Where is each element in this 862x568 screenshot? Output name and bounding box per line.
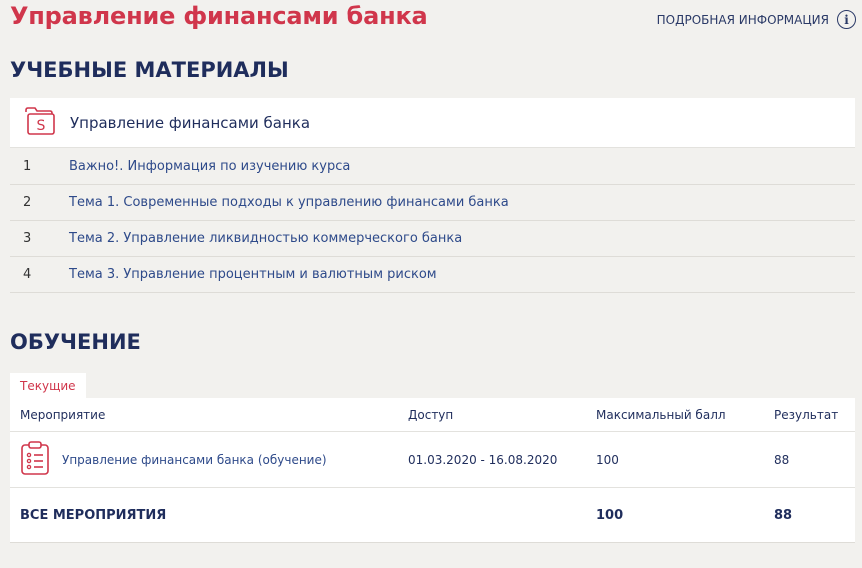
material-link[interactable]: Тема 1. Современные подходы к управлению… (69, 195, 509, 210)
clipboard-icon (20, 440, 50, 479)
list-item[interactable]: 2 Тема 1. Современные подходы к управлен… (10, 185, 855, 221)
result: 88 (774, 452, 790, 467)
tab-current[interactable]: Текущие (10, 373, 86, 399)
materials-list: 1 Важно!. Информация по изучению курса 2… (10, 149, 855, 293)
column-header-access: Доступ (408, 407, 454, 422)
list-item[interactable]: 4 Тема 3. Управление процентным и валютн… (10, 257, 855, 293)
totals-row: ВСЕ МЕРОПРИЯТИЯ 100 88 (10, 488, 855, 543)
materials-section-title: УЧЕБНЫЕ МАТЕРИАЛЫ (10, 58, 289, 82)
material-link[interactable]: Тема 3. Управление процентным и валютным… (69, 267, 437, 282)
table-header: Мероприятие Доступ Максимальный балл Рез… (10, 398, 855, 432)
details-link-label: ПОДРОБНАЯ ИНФОРМАЦИЯ (656, 12, 829, 27)
totals-label: ВСЕ МЕРОПРИЯТИЯ (20, 507, 167, 523)
table-row: Управление финансами банка (обучение) 01… (10, 432, 855, 488)
materials-card-header: S Управление финансами банка (10, 98, 855, 148)
item-number: 2 (23, 195, 32, 210)
item-number: 4 (23, 267, 32, 282)
item-number: 1 (23, 159, 32, 174)
item-number: 3 (23, 231, 32, 246)
column-header-event: Мероприятие (20, 407, 106, 422)
training-section-title: ОБУЧЕНИЕ (10, 330, 141, 354)
column-header-max-score: Максимальный балл (596, 407, 726, 422)
event-link[interactable]: Управление финансами банка (обучение) (62, 453, 327, 467)
info-icon: i (837, 10, 856, 29)
training-table: Мероприятие Доступ Максимальный балл Рез… (10, 398, 855, 543)
totals-result: 88 (774, 507, 793, 523)
details-link[interactable]: ПОДРОБНАЯ ИНФОРМАЦИЯ i (657, 10, 856, 29)
list-item[interactable]: 1 Важно!. Информация по изучению курса (10, 149, 855, 185)
material-link[interactable]: Тема 2. Управление ликвидностью коммерче… (69, 231, 462, 246)
page-title: Управление финансами банка (10, 2, 428, 30)
materials-card-title: Управление финансами банка (70, 113, 311, 132)
folder-s-icon: S (24, 106, 56, 140)
max-score: 100 (596, 452, 619, 467)
access-period: 01.03.2020 - 16.08.2020 (408, 452, 558, 467)
list-item[interactable]: 3 Тема 2. Управление ликвидностью коммер… (10, 221, 855, 257)
svg-text:S: S (37, 118, 46, 134)
material-link[interactable]: Важно!. Информация по изучению курса (69, 159, 350, 174)
column-header-result: Результат (774, 407, 839, 422)
totals-max-score: 100 (596, 507, 624, 523)
